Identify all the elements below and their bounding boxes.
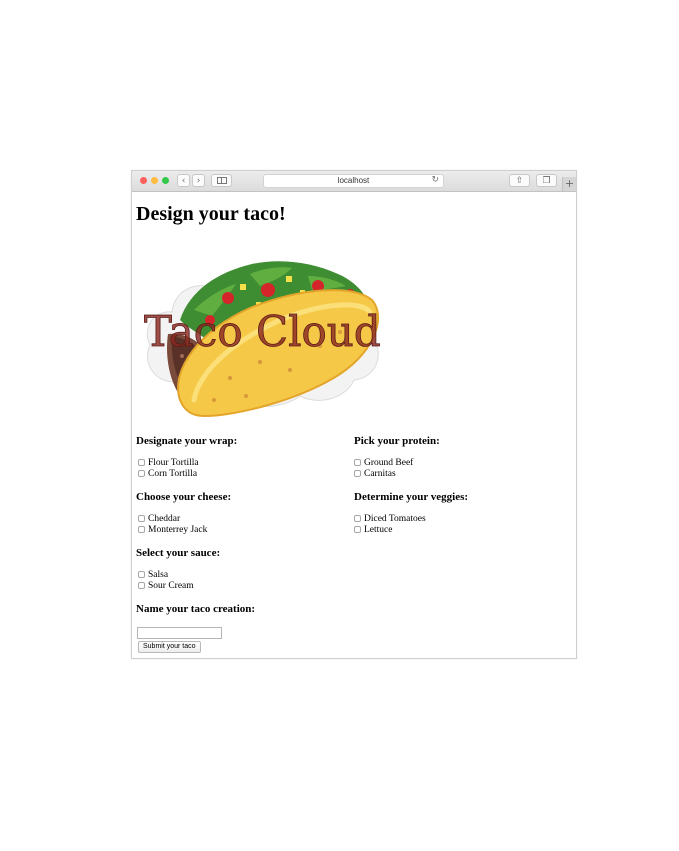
back-button[interactable]: ‹	[177, 174, 190, 187]
reload-icon[interactable]: ↻	[431, 175, 439, 185]
monterrey-jack-checkbox[interactable]	[138, 526, 145, 533]
option-carnitas[interactable]: Carnitas	[354, 469, 396, 480]
option-label: Diced Tomatoes	[364, 514, 426, 524]
protein-heading: Pick your protein:	[354, 435, 440, 447]
option-label: Corn Tortilla	[148, 469, 198, 479]
tabs-icon: ❐	[542, 176, 551, 186]
option-monterrey-jack[interactable]: Monterrey Jack	[138, 525, 207, 536]
forward-button[interactable]: ›	[192, 174, 205, 187]
option-diced-tomatoes[interactable]: Diced Tomatoes	[354, 514, 426, 525]
share-icon: ⇧	[515, 176, 524, 186]
address-text: localhost	[337, 176, 370, 185]
option-corn-tortilla[interactable]: Corn Tortilla	[138, 469, 197, 480]
option-lettuce[interactable]: Lettuce	[354, 525, 392, 536]
name-heading: Name your taco creation:	[136, 603, 256, 615]
browser-toolbar: ‹ › localhost ↻ ⇧ ❐ +	[132, 171, 576, 192]
option-cheddar[interactable]: Cheddar	[138, 514, 180, 525]
sauce-heading: Select your sauce:	[136, 547, 221, 559]
flour-tortilla-checkbox[interactable]	[138, 459, 145, 466]
close-window-button[interactable]	[140, 177, 147, 184]
sour-cream-checkbox[interactable]	[138, 582, 145, 589]
option-label: Flour Tortilla	[148, 458, 199, 468]
option-label: Sour Cream	[148, 581, 194, 591]
address-bar[interactable]: localhost ↻	[263, 174, 444, 188]
option-label: Lettuce	[364, 525, 393, 535]
page-content: Design your taco! Taco Cloud Designate y…	[132, 192, 576, 658]
cheese-heading: Choose your cheese:	[136, 491, 232, 503]
wrap-heading: Designate your wrap:	[136, 435, 238, 447]
svg-text:Taco Cloud: Taco Cloud	[144, 307, 381, 356]
cheddar-checkbox[interactable]	[138, 515, 145, 522]
veggies-heading: Determine your veggies:	[354, 491, 469, 503]
sidebar-button[interactable]	[211, 174, 232, 187]
option-ground-beef[interactable]: Ground Beef	[354, 458, 413, 469]
corn-tortilla-checkbox[interactable]	[138, 470, 145, 477]
option-flour-tortilla[interactable]: Flour Tortilla	[138, 458, 199, 469]
minimize-window-button[interactable]	[151, 177, 158, 184]
new-tab-icon: +	[564, 177, 575, 190]
lettuce-checkbox[interactable]	[354, 526, 361, 533]
browser-window: ‹ › localhost ↻ ⇧ ❐ + Design your taco!	[131, 170, 577, 659]
salsa-checkbox[interactable]	[138, 571, 145, 578]
zoom-window-button[interactable]	[162, 177, 169, 184]
forward-icon: ›	[196, 176, 201, 186]
tabs-button[interactable]: ❐	[536, 174, 557, 187]
page-title: Design your taco!	[136, 203, 286, 225]
taco-cloud-logo: Taco Cloud	[140, 250, 385, 420]
back-icon: ‹	[181, 176, 186, 186]
submit-taco-button[interactable]: Submit your taco	[138, 641, 201, 653]
carnitas-checkbox[interactable]	[354, 470, 361, 477]
option-label: Ground Beef	[364, 458, 414, 468]
option-label: Carnitas	[364, 469, 396, 479]
option-label: Salsa	[148, 570, 169, 580]
option-label: Monterrey Jack	[148, 525, 208, 535]
sidebar-icon	[216, 177, 227, 184]
diced-tomatoes-checkbox[interactable]	[354, 515, 361, 522]
share-button[interactable]: ⇧	[509, 174, 530, 187]
taco-name-input[interactable]	[137, 627, 222, 639]
option-label: Cheddar	[148, 514, 181, 524]
option-sour-cream[interactable]: Sour Cream	[138, 581, 194, 592]
new-tab-button[interactable]: +	[562, 177, 576, 191]
ground-beef-checkbox[interactable]	[354, 459, 361, 466]
option-salsa[interactable]: Salsa	[138, 570, 168, 581]
